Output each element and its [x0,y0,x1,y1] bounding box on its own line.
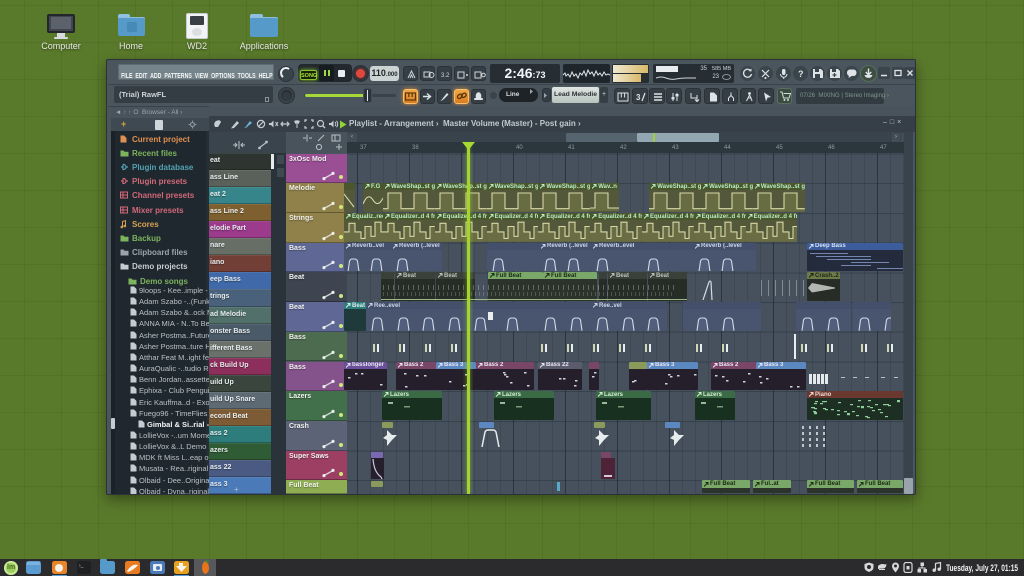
svg-text:?: ? [798,69,804,79]
svg-text:3: 3 [636,93,641,102]
svg-text:3.2: 3.2 [441,73,450,79]
